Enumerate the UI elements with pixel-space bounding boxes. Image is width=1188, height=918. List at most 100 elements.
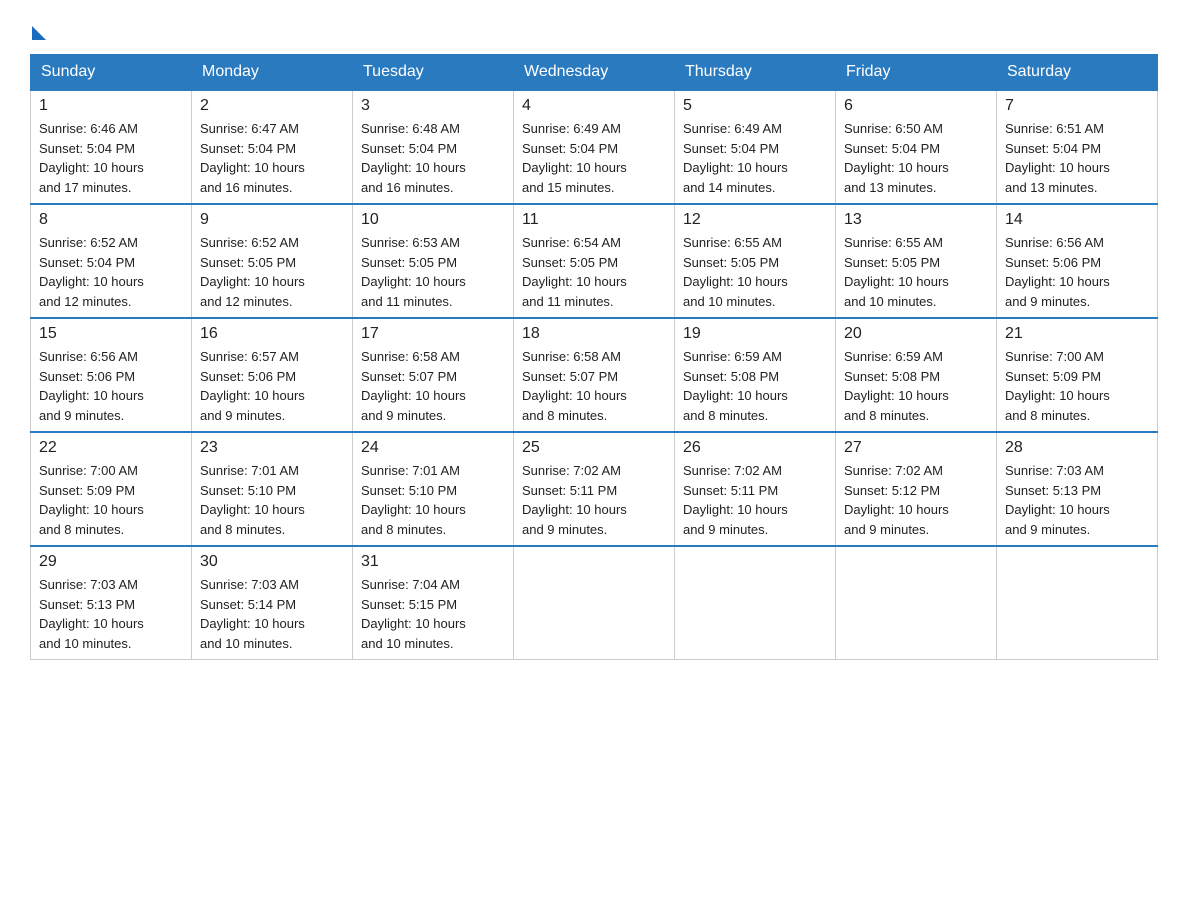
day-info: Sunrise: 6:52 AM Sunset: 5:04 PM Dayligh… [39, 233, 183, 311]
day-info: Sunrise: 7:01 AM Sunset: 5:10 PM Dayligh… [361, 461, 505, 539]
calendar-cell: 21 Sunrise: 7:00 AM Sunset: 5:09 PM Dayl… [997, 318, 1158, 432]
day-info: Sunrise: 7:04 AM Sunset: 5:15 PM Dayligh… [361, 575, 505, 653]
day-info: Sunrise: 6:52 AM Sunset: 5:05 PM Dayligh… [200, 233, 344, 311]
day-info: Sunrise: 7:02 AM Sunset: 5:12 PM Dayligh… [844, 461, 988, 539]
day-number: 3 [361, 97, 505, 115]
day-info: Sunrise: 6:47 AM Sunset: 5:04 PM Dayligh… [200, 119, 344, 197]
calendar-cell: 5 Sunrise: 6:49 AM Sunset: 5:04 PM Dayli… [675, 90, 836, 204]
logo-triangle-icon [32, 26, 46, 40]
calendar-cell: 17 Sunrise: 6:58 AM Sunset: 5:07 PM Dayl… [353, 318, 514, 432]
day-info: Sunrise: 7:00 AM Sunset: 5:09 PM Dayligh… [1005, 347, 1149, 425]
calendar-cell [514, 546, 675, 660]
day-info: Sunrise: 6:56 AM Sunset: 5:06 PM Dayligh… [1005, 233, 1149, 311]
calendar-cell: 3 Sunrise: 6:48 AM Sunset: 5:04 PM Dayli… [353, 90, 514, 204]
calendar-cell: 18 Sunrise: 6:58 AM Sunset: 5:07 PM Dayl… [514, 318, 675, 432]
calendar-cell: 1 Sunrise: 6:46 AM Sunset: 5:04 PM Dayli… [31, 90, 192, 204]
calendar-header-tuesday: Tuesday [353, 55, 514, 91]
day-number: 4 [522, 97, 666, 115]
day-info: Sunrise: 6:58 AM Sunset: 5:07 PM Dayligh… [522, 347, 666, 425]
day-number: 7 [1005, 97, 1149, 115]
day-number: 28 [1005, 439, 1149, 457]
calendar-cell: 25 Sunrise: 7:02 AM Sunset: 5:11 PM Dayl… [514, 432, 675, 546]
day-number: 17 [361, 325, 505, 343]
calendar-cell: 29 Sunrise: 7:03 AM Sunset: 5:13 PM Dayl… [31, 546, 192, 660]
calendar-cell: 4 Sunrise: 6:49 AM Sunset: 5:04 PM Dayli… [514, 90, 675, 204]
day-number: 14 [1005, 211, 1149, 229]
day-number: 21 [1005, 325, 1149, 343]
calendar-cell: 24 Sunrise: 7:01 AM Sunset: 5:10 PM Dayl… [353, 432, 514, 546]
day-number: 10 [361, 211, 505, 229]
day-number: 8 [39, 211, 183, 229]
logo [30, 20, 46, 36]
calendar-week-row: 22 Sunrise: 7:00 AM Sunset: 5:09 PM Dayl… [31, 432, 1158, 546]
day-number: 29 [39, 553, 183, 571]
calendar-cell [675, 546, 836, 660]
day-number: 18 [522, 325, 666, 343]
calendar-week-row: 15 Sunrise: 6:56 AM Sunset: 5:06 PM Dayl… [31, 318, 1158, 432]
day-number: 16 [200, 325, 344, 343]
calendar-cell: 6 Sunrise: 6:50 AM Sunset: 5:04 PM Dayli… [836, 90, 997, 204]
day-info: Sunrise: 6:53 AM Sunset: 5:05 PM Dayligh… [361, 233, 505, 311]
calendar-cell: 23 Sunrise: 7:01 AM Sunset: 5:10 PM Dayl… [192, 432, 353, 546]
day-number: 27 [844, 439, 988, 457]
day-number: 2 [200, 97, 344, 115]
day-number: 20 [844, 325, 988, 343]
calendar-header-thursday: Thursday [675, 55, 836, 91]
calendar-cell: 22 Sunrise: 7:00 AM Sunset: 5:09 PM Dayl… [31, 432, 192, 546]
calendar-cell: 16 Sunrise: 6:57 AM Sunset: 5:06 PM Dayl… [192, 318, 353, 432]
calendar-cell: 20 Sunrise: 6:59 AM Sunset: 5:08 PM Dayl… [836, 318, 997, 432]
day-number: 15 [39, 325, 183, 343]
calendar-cell: 31 Sunrise: 7:04 AM Sunset: 5:15 PM Dayl… [353, 546, 514, 660]
calendar-header-sunday: Sunday [31, 55, 192, 91]
day-info: Sunrise: 6:56 AM Sunset: 5:06 PM Dayligh… [39, 347, 183, 425]
day-info: Sunrise: 6:58 AM Sunset: 5:07 PM Dayligh… [361, 347, 505, 425]
day-info: Sunrise: 6:49 AM Sunset: 5:04 PM Dayligh… [683, 119, 827, 197]
day-number: 22 [39, 439, 183, 457]
day-info: Sunrise: 6:50 AM Sunset: 5:04 PM Dayligh… [844, 119, 988, 197]
day-number: 6 [844, 97, 988, 115]
calendar-cell: 26 Sunrise: 7:02 AM Sunset: 5:11 PM Dayl… [675, 432, 836, 546]
day-number: 23 [200, 439, 344, 457]
calendar-header-row: SundayMondayTuesdayWednesdayThursdayFrid… [31, 55, 1158, 91]
day-info: Sunrise: 6:51 AM Sunset: 5:04 PM Dayligh… [1005, 119, 1149, 197]
calendar-cell: 19 Sunrise: 6:59 AM Sunset: 5:08 PM Dayl… [675, 318, 836, 432]
calendar-header-saturday: Saturday [997, 55, 1158, 91]
calendar-cell [836, 546, 997, 660]
calendar-header-wednesday: Wednesday [514, 55, 675, 91]
day-number: 24 [361, 439, 505, 457]
day-info: Sunrise: 7:01 AM Sunset: 5:10 PM Dayligh… [200, 461, 344, 539]
day-info: Sunrise: 6:55 AM Sunset: 5:05 PM Dayligh… [844, 233, 988, 311]
calendar-cell: 9 Sunrise: 6:52 AM Sunset: 5:05 PM Dayli… [192, 204, 353, 318]
calendar-header-monday: Monday [192, 55, 353, 91]
day-info: Sunrise: 7:02 AM Sunset: 5:11 PM Dayligh… [683, 461, 827, 539]
day-number: 26 [683, 439, 827, 457]
day-info: Sunrise: 6:55 AM Sunset: 5:05 PM Dayligh… [683, 233, 827, 311]
day-number: 5 [683, 97, 827, 115]
day-info: Sunrise: 7:03 AM Sunset: 5:14 PM Dayligh… [200, 575, 344, 653]
day-info: Sunrise: 7:03 AM Sunset: 5:13 PM Dayligh… [1005, 461, 1149, 539]
calendar-cell: 30 Sunrise: 7:03 AM Sunset: 5:14 PM Dayl… [192, 546, 353, 660]
day-info: Sunrise: 6:54 AM Sunset: 5:05 PM Dayligh… [522, 233, 666, 311]
day-info: Sunrise: 6:59 AM Sunset: 5:08 PM Dayligh… [683, 347, 827, 425]
day-number: 25 [522, 439, 666, 457]
calendar-cell: 10 Sunrise: 6:53 AM Sunset: 5:05 PM Dayl… [353, 204, 514, 318]
calendar-cell: 27 Sunrise: 7:02 AM Sunset: 5:12 PM Dayl… [836, 432, 997, 546]
day-number: 9 [200, 211, 344, 229]
day-info: Sunrise: 7:00 AM Sunset: 5:09 PM Dayligh… [39, 461, 183, 539]
calendar-cell: 14 Sunrise: 6:56 AM Sunset: 5:06 PM Dayl… [997, 204, 1158, 318]
calendar-cell: 15 Sunrise: 6:56 AM Sunset: 5:06 PM Dayl… [31, 318, 192, 432]
calendar-cell [997, 546, 1158, 660]
day-info: Sunrise: 7:03 AM Sunset: 5:13 PM Dayligh… [39, 575, 183, 653]
calendar-table: SundayMondayTuesdayWednesdayThursdayFrid… [30, 54, 1158, 660]
day-number: 19 [683, 325, 827, 343]
day-number: 30 [200, 553, 344, 571]
calendar-cell: 13 Sunrise: 6:55 AM Sunset: 5:05 PM Dayl… [836, 204, 997, 318]
calendar-cell: 2 Sunrise: 6:47 AM Sunset: 5:04 PM Dayli… [192, 90, 353, 204]
calendar-cell: 11 Sunrise: 6:54 AM Sunset: 5:05 PM Dayl… [514, 204, 675, 318]
calendar-cell: 28 Sunrise: 7:03 AM Sunset: 5:13 PM Dayl… [997, 432, 1158, 546]
calendar-header-friday: Friday [836, 55, 997, 91]
day-number: 11 [522, 211, 666, 229]
calendar-cell: 7 Sunrise: 6:51 AM Sunset: 5:04 PM Dayli… [997, 90, 1158, 204]
day-info: Sunrise: 6:46 AM Sunset: 5:04 PM Dayligh… [39, 119, 183, 197]
day-number: 1 [39, 97, 183, 115]
